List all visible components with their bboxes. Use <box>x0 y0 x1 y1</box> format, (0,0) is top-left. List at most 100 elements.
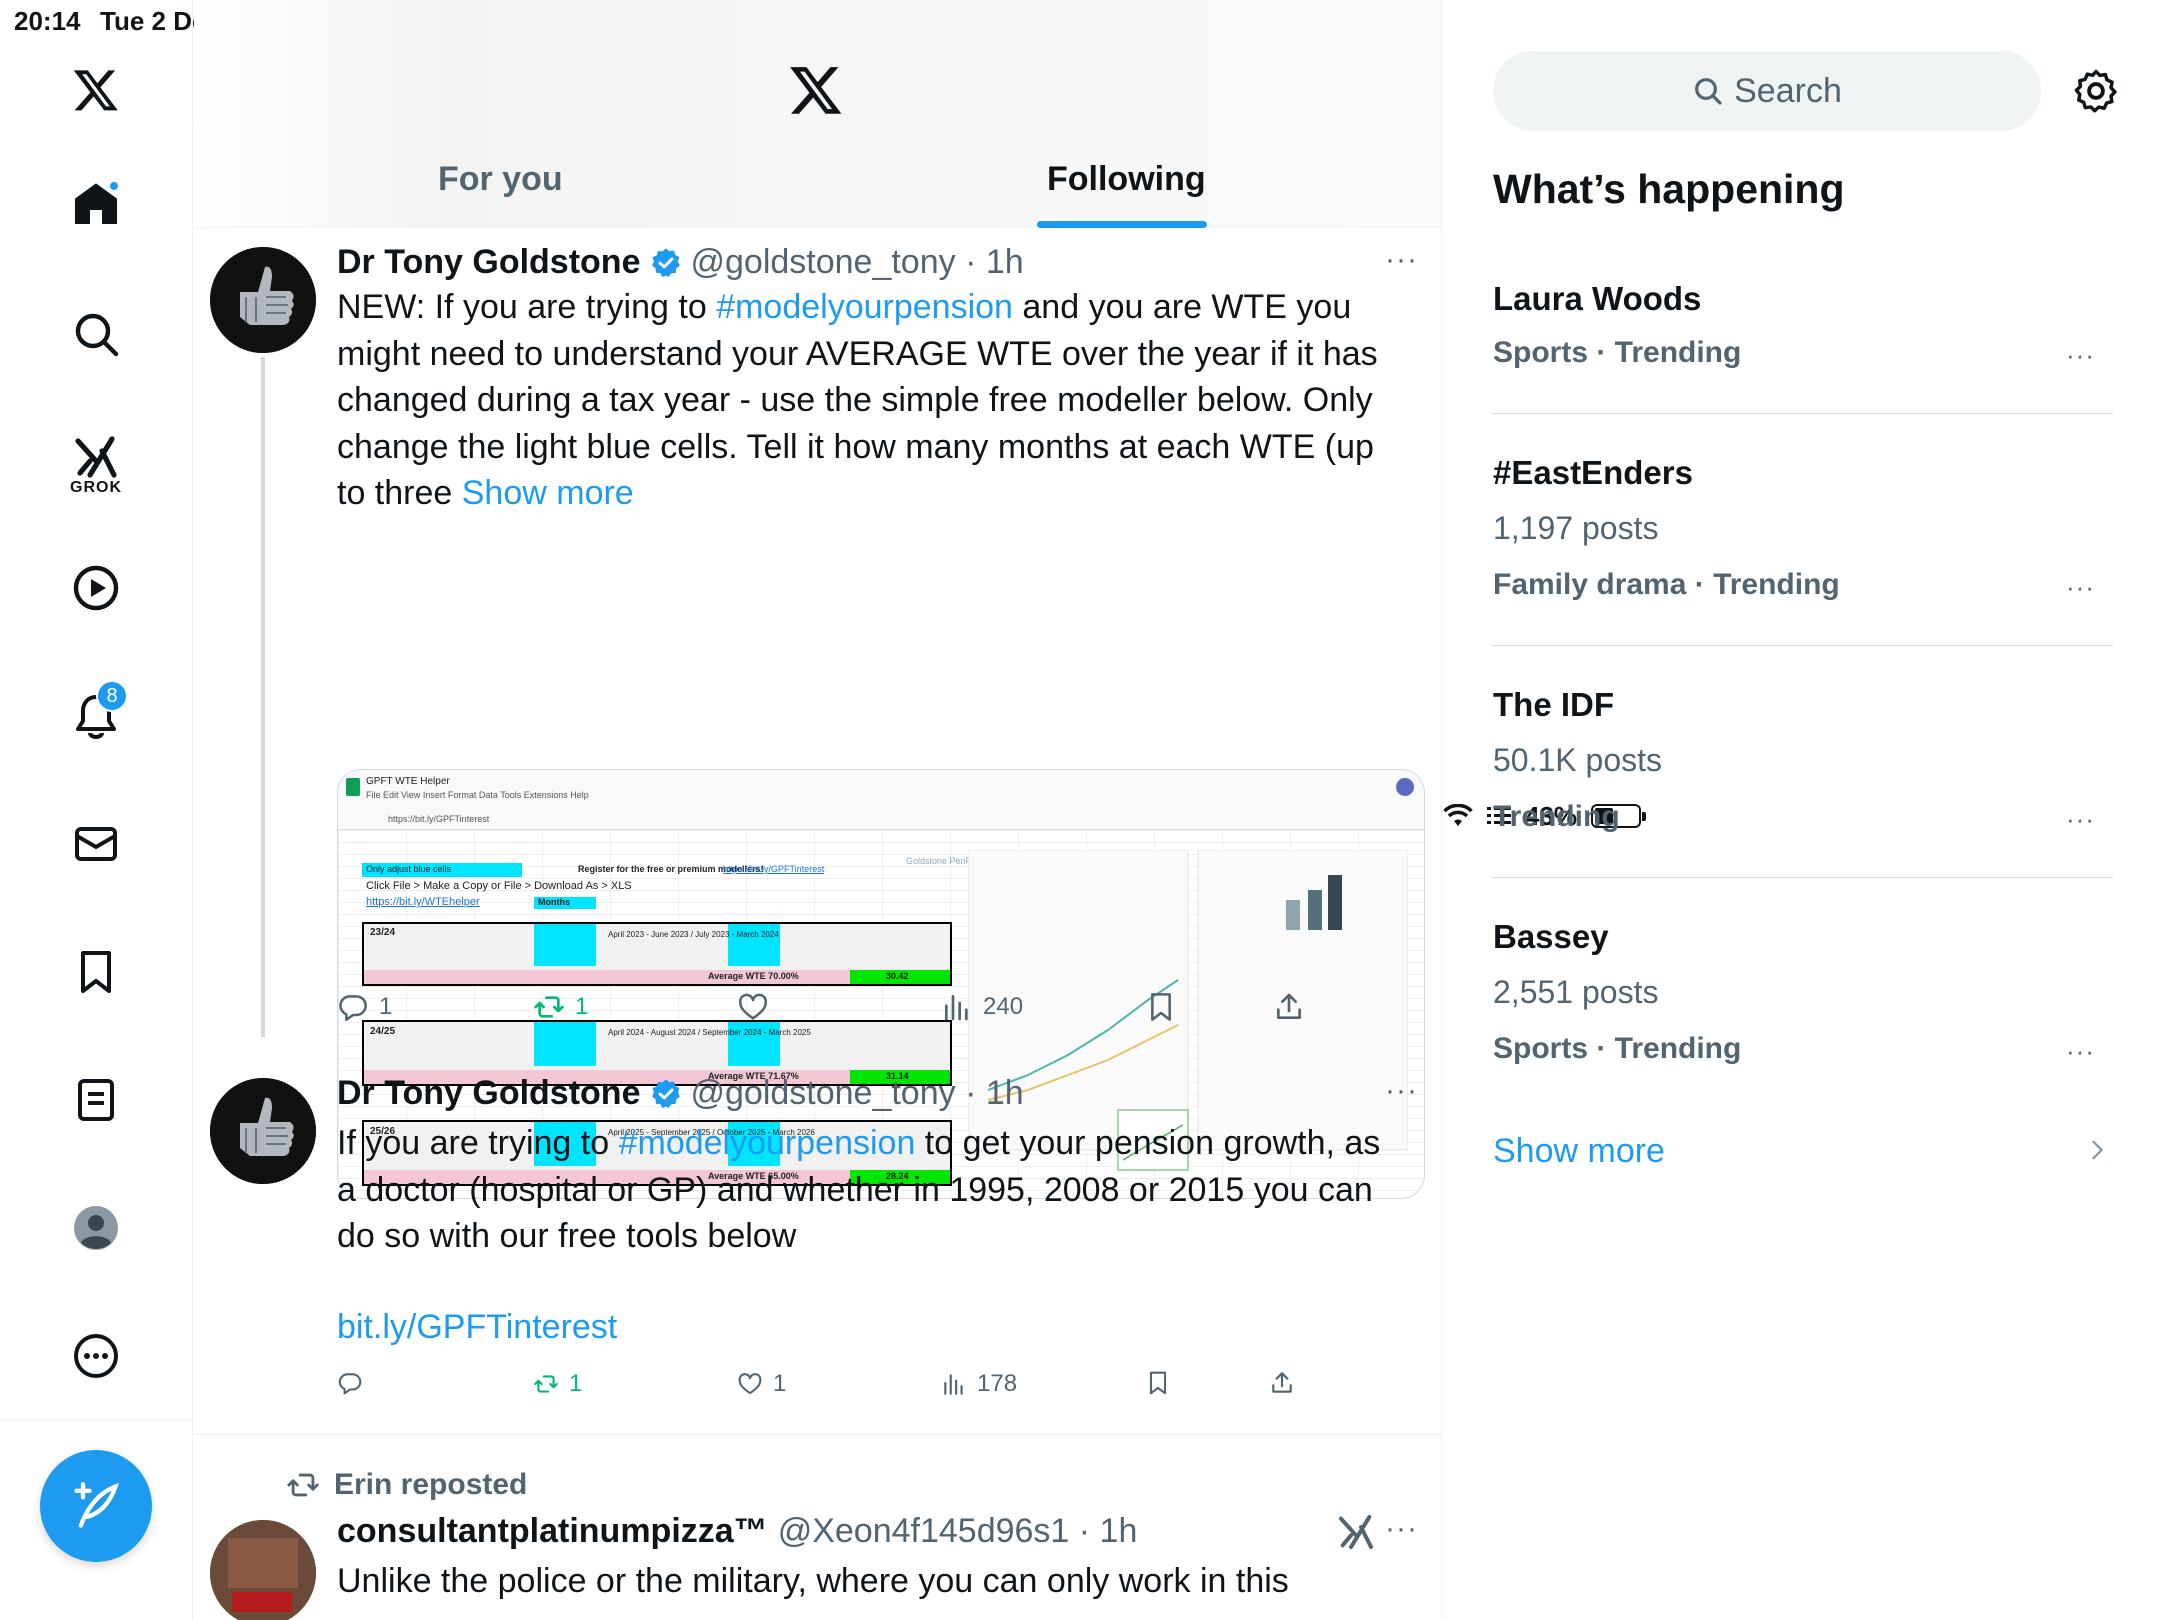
grok-icon[interactable] <box>1336 1512 1376 1552</box>
home-new-dot <box>108 180 120 192</box>
show-more-link[interactable]: Show more <box>1493 1132 1665 1171</box>
more-icon <box>74 1334 118 1378</box>
bookmark-button[interactable] <box>1145 1370 1171 1396</box>
search-input[interactable]: Search <box>1493 51 2041 131</box>
repost-icon <box>534 1375 558 1393</box>
sheet-block-periods: April 2023 - June 2023 / July 2023 - Mar… <box>608 930 779 939</box>
external-link[interactable]: bit.ly/GPFTinterest <box>337 1304 1407 1351</box>
mail-icon <box>75 827 117 861</box>
trend-meta: Trending <box>1493 800 1620 833</box>
trend-title: #EastEnders <box>1493 454 1693 491</box>
views-button[interactable]: 240 <box>941 991 1023 1023</box>
author-handle-time[interactable]: @goldstone_tony · 1h <box>690 1074 1023 1113</box>
show-more-link[interactable]: Show more <box>462 474 634 512</box>
author-handle-time[interactable]: @Xeon4f145d96s1 · 1h <box>778 1512 1138 1551</box>
avatar[interactable] <box>210 247 316 353</box>
verified-badge-icon <box>652 1078 681 1108</box>
x-logo-icon[interactable] <box>788 62 844 118</box>
trend-divider <box>1493 413 2113 414</box>
nav-video[interactable] <box>46 548 146 628</box>
trend-divider <box>1493 877 2113 878</box>
nav-lists[interactable] <box>46 1060 146 1140</box>
nav-notifications[interactable]: 8 <box>46 676 146 756</box>
reposted-by[interactable]: Erin reposted <box>334 1468 527 1502</box>
tweet-2[interactable]: Dr Tony Goldstone @goldstone_tony · 1h ·… <box>194 1060 1441 1435</box>
nav-home[interactable] <box>46 164 146 244</box>
x-logo-icon[interactable] <box>46 50 146 130</box>
video-icon <box>73 565 119 611</box>
verified-badge-icon <box>652 247 681 277</box>
nav-grok[interactable]: GROK <box>46 420 146 510</box>
reply-button[interactable]: 1 <box>337 991 392 1023</box>
trend-more-icon[interactable]: ··· <box>2066 340 2095 371</box>
share-button[interactable] <box>1273 991 1305 1023</box>
avatar[interactable] <box>210 1520 316 1620</box>
trend-divider <box>1493 645 2113 646</box>
gear-icon[interactable] <box>2073 68 2119 114</box>
trend-item[interactable]: The IDF 50.1K posts Trending ··· <box>1493 686 2113 846</box>
bookmark-icon <box>1149 1371 1167 1395</box>
author-name[interactable]: Dr Tony Goldstone <box>337 243 640 282</box>
reply-icon <box>338 1373 362 1395</box>
trend-more-icon[interactable]: ··· <box>2066 572 2095 603</box>
trend-item[interactable]: #EastEnders 1,197 posts Family drama · T… <box>1493 454 2113 614</box>
hashtag-link[interactable]: #modelyourpension <box>716 288 1013 326</box>
tweet-1[interactable]: Dr Tony Goldstone @goldstone_tony · 1h ·… <box>194 229 1441 1199</box>
grok-label: GROK <box>70 479 122 496</box>
search-icon <box>75 313 119 357</box>
nav-bookmarks[interactable] <box>46 932 146 1012</box>
trend-title: Bassey <box>1493 918 1609 955</box>
tweet-more-icon[interactable]: ··· <box>1385 1512 1418 1546</box>
avatar[interactable] <box>210 1078 316 1184</box>
left-navigation: GROK 8 <box>0 0 193 1620</box>
author-name[interactable]: Dr Tony Goldstone <box>337 1074 640 1113</box>
hashtag-link[interactable]: #modelyourpension <box>619 1124 916 1162</box>
trend-more-icon[interactable]: ··· <box>2066 804 2095 835</box>
thread-line <box>261 357 265 1037</box>
nav-messages[interactable] <box>46 804 146 884</box>
trend-item[interactable]: Laura Woods Sports · Trending ··· <box>1493 280 2113 390</box>
trend-title: Laura Woods <box>1493 280 1702 317</box>
heart-icon <box>738 993 768 1020</box>
trend-meta: Sports · Trending <box>1493 1032 1742 1065</box>
tweet-text: Unlike the police or the military, where… <box>337 1562 1289 1600</box>
gmc-protest-image <box>210 1520 316 1620</box>
compose-button[interactable] <box>40 1450 152 1562</box>
repost-count: 1 <box>575 993 589 1020</box>
nav-more[interactable] <box>46 1316 146 1396</box>
repost-button[interactable]: 1 <box>533 991 588 1023</box>
views-count: 240 <box>983 993 1024 1020</box>
sheet-toolbar: GPFT WTE Helper File Edit View Insert Fo… <box>338 770 1424 830</box>
sheet-only-adjust: Only adjust blue cells <box>366 864 452 874</box>
tab-for-you[interactable]: For you <box>438 160 563 199</box>
reply-button[interactable] <box>337 1370 363 1396</box>
tweet-more-icon[interactable]: ··· <box>1385 243 1418 277</box>
author-handle-time[interactable]: @goldstone_tony · 1h <box>690 243 1023 282</box>
like-button[interactable] <box>737 991 769 1023</box>
tweet-header: Dr Tony Goldstone @goldstone_tony · 1h <box>337 243 1024 282</box>
nav-profile[interactable] <box>46 1188 146 1268</box>
tweet-more-icon[interactable]: ··· <box>1385 1074 1418 1108</box>
repost-button[interactable]: 1 <box>533 1370 582 1398</box>
grok-icon <box>75 436 117 478</box>
like-button[interactable]: 1 <box>737 1370 786 1398</box>
bookmark-icon <box>1151 993 1171 1021</box>
trend-posts: 1,197 posts <box>1493 510 1659 546</box>
tweet-text: If you are trying to #modelyourpension t… <box>337 1120 1407 1260</box>
views-button[interactable]: 178 <box>941 1370 1017 1398</box>
share-button[interactable] <box>1269 1370 1295 1396</box>
views-count: 178 <box>977 1370 1018 1397</box>
tab-following[interactable]: Following <box>1047 160 1206 199</box>
tweet-text-part: NEW: If you are trying to <box>337 288 717 326</box>
tweet-actions: 1 1 240 <box>337 991 1337 1031</box>
trend-more-icon[interactable]: ··· <box>2066 1036 2095 1067</box>
trend-item[interactable]: Bassey 2,551 posts Sports · Trending ··· <box>1493 918 2113 1078</box>
author-name[interactable]: consultantplatinumpizza™ <box>337 1512 768 1551</box>
sheet-url: https://bit.ly/GPFTinterest <box>388 814 490 824</box>
reply-count: 1 <box>379 993 393 1020</box>
trend-title: The IDF <box>1493 686 1614 723</box>
chevron-right-icon[interactable] <box>2083 1136 2111 1164</box>
nav-explore[interactable] <box>46 294 146 374</box>
bookmark-button[interactable] <box>1145 991 1177 1023</box>
nav-divider <box>0 1420 193 1421</box>
